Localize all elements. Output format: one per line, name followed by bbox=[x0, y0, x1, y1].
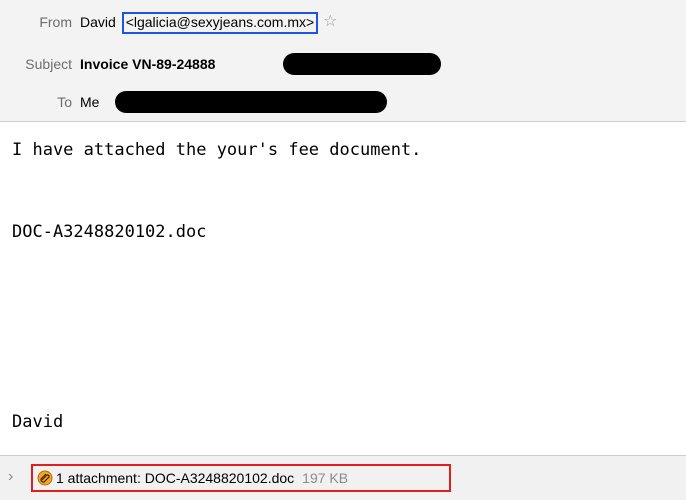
redaction-mark bbox=[283, 53, 441, 75]
sender-name[interactable]: David bbox=[80, 14, 116, 30]
to-label: To bbox=[57, 94, 72, 110]
from-row: From David <lgalicia@sexyjeans.com.mx> ☆ bbox=[0, 11, 686, 34]
message-header: From David <lgalicia@sexyjeans.com.mx> ☆… bbox=[0, 0, 686, 122]
to-value[interactable]: Me bbox=[80, 91, 99, 113]
paperclip-icon bbox=[37, 470, 53, 486]
subject-value: Invoice VN-89-24888 bbox=[80, 56, 216, 72]
attachment-label: 1 attachment: DOC-A3248820102.doc bbox=[56, 470, 295, 486]
signature: David bbox=[12, 412, 64, 432]
star-icon[interactable]: ☆ bbox=[323, 11, 337, 33]
body-line: DOC-A3248820102.doc bbox=[12, 222, 207, 242]
body-line: I have attached the your's fee document. bbox=[12, 140, 422, 160]
attachment-bar: › 1 attachment: DOC-A3248820102.doc 197 … bbox=[0, 455, 686, 500]
from-value: David <lgalicia@sexyjeans.com.mx> ☆ bbox=[80, 11, 337, 34]
sender-email[interactable]: <lgalicia@sexyjeans.com.mx> bbox=[121, 12, 319, 34]
subject-label: Subject bbox=[25, 56, 72, 72]
attachment-item[interactable]: 1 attachment: DOC-A3248820102.doc 197 KB bbox=[31, 464, 451, 492]
from-label: From bbox=[39, 14, 72, 30]
chevron-right-icon[interactable]: › bbox=[8, 468, 13, 486]
attachment-size: 197 KB bbox=[302, 470, 349, 486]
redaction-mark bbox=[115, 91, 387, 113]
